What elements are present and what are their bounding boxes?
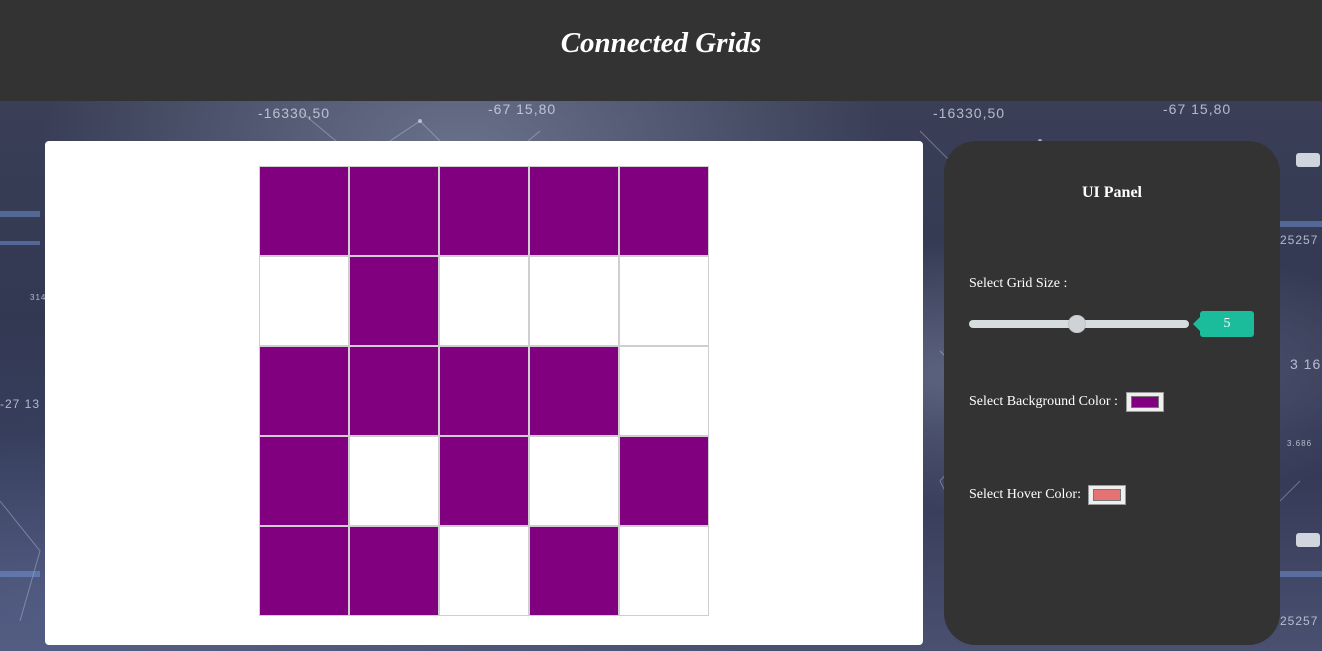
bg-number: -67 15,80 [1163,101,1232,117]
hover-color-swatch [1093,489,1121,501]
connected-grid[interactable] [259,166,709,616]
grid-cell[interactable] [259,166,349,256]
grid-cell[interactable] [349,526,439,616]
grid-cell[interactable] [619,346,709,436]
grid-cell[interactable] [259,256,349,346]
page-title: Connected Grids [560,27,762,59]
bg-number: -67 15,80 [488,101,557,117]
bg-number: 25257 [1280,233,1319,247]
grid-size-slider[interactable] [969,315,1189,333]
grid-size-label: Select Grid Size : [969,276,1068,291]
bg-number: -27 13 [0,397,41,411]
grid-cell[interactable] [439,526,529,616]
grid-size-value-badge: 5 [1193,311,1254,337]
grid-cell[interactable] [619,526,709,616]
slider-thumb[interactable] [1068,315,1086,333]
grid-cell[interactable] [619,166,709,256]
grid-cell[interactable] [259,526,349,616]
grid-cell[interactable] [349,166,439,256]
app-header: Connected Grids [0,0,1322,101]
grid-cell[interactable] [349,436,439,526]
grid-cell[interactable] [529,256,619,346]
bg-number: 314 [30,293,47,302]
grid-cell[interactable] [439,256,529,346]
grid-cell[interactable] [529,166,619,256]
grid-cell[interactable] [349,256,439,346]
grid-container [45,141,923,645]
ui-panel: UI Panel Select Grid Size : 5 Select Bac… [944,141,1280,645]
grid-cell[interactable] [439,346,529,436]
grid-cell[interactable] [439,436,529,526]
grid-cell[interactable] [619,436,709,526]
panel-title: UI Panel [1082,184,1142,201]
bg-number: 3.686 [1287,439,1313,448]
grid-cell[interactable] [349,346,439,436]
hover-color-label: Select Hover Color: [969,487,1081,502]
background-color-swatch [1131,396,1159,408]
bg-number: 3 16 [1290,356,1322,372]
grid-cell[interactable] [439,166,529,256]
grid-cell[interactable] [259,436,349,526]
grid-cell[interactable] [529,346,619,436]
grid-cell[interactable] [619,256,709,346]
bg-number: -16330,50 [933,105,1006,121]
grid-cell[interactable] [529,526,619,616]
bg-number: 25257 [1280,614,1319,628]
hover-color-picker[interactable] [1088,485,1126,505]
background-color-label: Select Background Color : [969,394,1118,409]
bg-number: -16330,50 [258,105,331,121]
grid-cell[interactable] [529,436,619,526]
background-color-picker[interactable] [1126,392,1164,412]
grid-cell[interactable] [259,346,349,436]
